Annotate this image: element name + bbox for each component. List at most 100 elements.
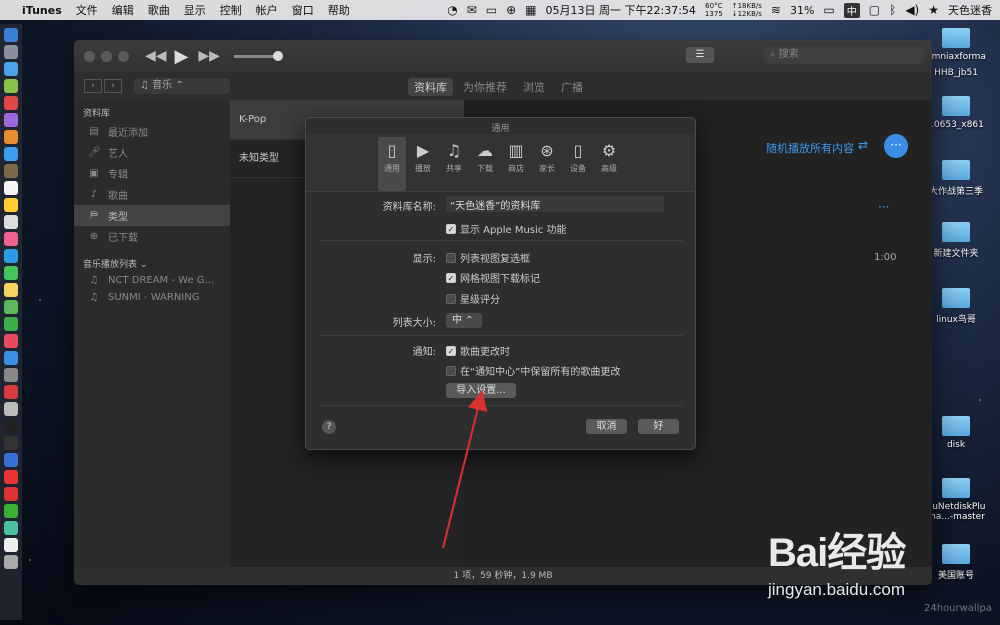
numbers-dock-icon[interactable]	[4, 317, 18, 331]
import-settings-button[interactable]: 导入设置...	[446, 383, 516, 398]
grid-download-option[interactable]: ✓ 网格视图下载标记	[446, 270, 540, 285]
sidebar-item-playlist[interactable]: ♫ NCT DREAM - We G...	[74, 272, 230, 289]
menu-controls[interactable]: 控制	[220, 2, 242, 18]
menu-file[interactable]: 文件	[76, 2, 98, 18]
back-button[interactable]: ‹	[84, 79, 102, 93]
display-icon[interactable]: ▢	[869, 3, 880, 17]
sidebar-item-playlist[interactable]: ♫ SUNMI - WARNING	[74, 289, 230, 306]
sidebar-item-recently-added[interactable]: ▤ 最近添加	[74, 121, 230, 142]
pref-playback[interactable]: ▶ 播放	[409, 137, 437, 191]
sidebar-item-songs[interactable]: ♪ 歌曲	[74, 184, 230, 205]
forward-button[interactable]: ›	[104, 79, 122, 93]
globe-icon[interactable]: ⊕	[506, 3, 516, 17]
up-next-list-icon[interactable]: ☰	[686, 47, 714, 63]
wifi-icon[interactable]: ≋	[771, 3, 781, 17]
settings-dock-icon[interactable]	[4, 368, 18, 382]
play-icon[interactable]: ▶	[175, 46, 189, 67]
checkbox-unchecked[interactable]	[446, 252, 456, 263]
appstore-dock-icon[interactable]	[4, 351, 18, 365]
menu-song[interactable]: 歌曲	[148, 2, 170, 18]
pref-general[interactable]: ▯ 通用	[378, 137, 406, 191]
fast-forward-icon[interactable]: ▶▶	[198, 48, 220, 64]
messages-icon[interactable]: ✉	[467, 3, 477, 17]
pref-downloads[interactable]: ☁ 下载	[471, 137, 499, 191]
app-dock-icon[interactable]	[4, 538, 18, 552]
app-dock-icon[interactable]	[4, 215, 18, 229]
datetime[interactable]: 05月13日 周一 下午22:37:54	[546, 2, 696, 18]
messages-dock-icon[interactable]	[4, 266, 18, 280]
app-dock-icon[interactable]	[4, 300, 18, 314]
menu-help[interactable]: 帮助	[328, 2, 350, 18]
app-dock-icon[interactable]	[4, 436, 18, 450]
app-dock-icon[interactable]	[4, 334, 18, 348]
checkbox-checked[interactable]: ✓	[446, 272, 456, 283]
rewind-icon[interactable]: ◀◀	[145, 48, 167, 64]
app-dock-icon[interactable]	[4, 96, 18, 110]
sidebar-item-downloaded[interactable]: ⊕ 已下载	[74, 226, 230, 247]
calendar-icon[interactable]: ▦	[525, 3, 536, 17]
app-dock-icon[interactable]	[4, 198, 18, 212]
vivaldi-dock-icon[interactable]	[4, 385, 18, 399]
trash-dock-icon[interactable]	[4, 555, 18, 569]
sidebar-item-artists[interactable]: 🎤︎ 艺人	[74, 142, 230, 163]
pref-advanced[interactable]: ⚙ 高级	[595, 137, 623, 191]
media-select[interactable]: ♫ 音乐 ⌃	[134, 78, 230, 94]
search-input[interactable]: ⌕ 搜索	[764, 46, 924, 64]
android-dock-icon[interactable]	[4, 79, 18, 93]
shuffle-icon[interactable]: ⇄	[858, 138, 868, 152]
app-dock-icon[interactable]	[4, 147, 18, 161]
app-dock-icon[interactable]	[4, 249, 18, 263]
notes-dock-icon[interactable]	[4, 283, 18, 297]
shuffle-all-link[interactable]: 随机播放所有内容	[766, 140, 854, 156]
notification-center-option[interactable]: 在“通知中心”中保留所有的歌曲更改	[446, 363, 620, 378]
playlists-header[interactable]: 音乐播放列表 ⌄	[74, 255, 230, 272]
help-button[interactable]: ?	[322, 420, 336, 434]
minimize-window-button[interactable]	[101, 50, 112, 62]
tab-radio[interactable]: 广播	[555, 78, 589, 96]
star-icon[interactable]: ★	[928, 3, 939, 17]
zoom-window-button[interactable]	[118, 50, 129, 62]
star-rating-option[interactable]: 星级评分	[446, 291, 500, 306]
calendar-dock-icon[interactable]	[4, 181, 18, 195]
menu-account[interactable]: 帐户	[256, 2, 278, 18]
menu-view[interactable]: 显示	[184, 2, 206, 18]
tab-for-you[interactable]: 为你推荐	[457, 78, 513, 96]
monitor-icon[interactable]: ▭	[486, 3, 497, 17]
terminal-dock-icon[interactable]	[4, 419, 18, 433]
list-checkbox-option[interactable]: 列表视图复选框	[446, 250, 530, 265]
app-dock-icon[interactable]	[4, 130, 18, 144]
cancel-button[interactable]: 取消	[586, 419, 627, 434]
user-name[interactable]: 天色迷香	[948, 2, 992, 18]
show-apple-music-checkbox[interactable]: ✓ 显示 Apple Music 功能	[446, 221, 566, 236]
app-dock-icon[interactable]	[4, 164, 18, 178]
menu-window[interactable]: 窗口	[292, 2, 314, 18]
tab-library[interactable]: 资料库	[408, 78, 453, 96]
ok-button[interactable]: 好	[638, 419, 679, 434]
pref-sharing[interactable]: ♫ 共享	[440, 137, 468, 191]
vpn-dock-icon[interactable]	[4, 453, 18, 467]
app-dock-icon[interactable]	[4, 402, 18, 416]
checkbox-unchecked[interactable]	[446, 365, 456, 376]
app-dock-icon[interactable]	[4, 113, 18, 127]
checkbox-checked[interactable]: ✓	[446, 345, 456, 356]
launchpad-dock-icon[interactable]	[4, 45, 18, 59]
menu-edit[interactable]: 编辑	[112, 2, 134, 18]
speedometer-icon[interactable]: ◔	[447, 3, 457, 17]
pref-store[interactable]: ▥ 商店	[502, 137, 530, 191]
tab-browse[interactable]: 浏览	[517, 78, 551, 96]
app-menu[interactable]: iTunes	[22, 4, 62, 17]
album-more-icon[interactable]: ···	[878, 200, 889, 214]
checkbox-unchecked[interactable]	[446, 293, 456, 304]
pref-parental[interactable]: ⊛ 家长	[533, 137, 561, 191]
safari-dock-icon[interactable]	[4, 62, 18, 76]
wechat-dock-icon[interactable]	[4, 504, 18, 518]
netease-music-dock-icon[interactable]	[4, 487, 18, 501]
pref-devices[interactable]: ▯ 设备	[564, 137, 592, 191]
close-window-button[interactable]	[84, 50, 95, 62]
photos-dock-icon[interactable]	[4, 232, 18, 246]
volume-icon[interactable]: ◀)	[905, 3, 919, 17]
sidebar-item-genres[interactable]: ⛿ 类型	[74, 205, 230, 226]
checkbox-checked[interactable]: ✓	[446, 223, 456, 234]
input-method[interactable]: 中	[843, 2, 860, 18]
notify-song-change-option[interactable]: ✓ 歌曲更改时	[446, 343, 510, 358]
